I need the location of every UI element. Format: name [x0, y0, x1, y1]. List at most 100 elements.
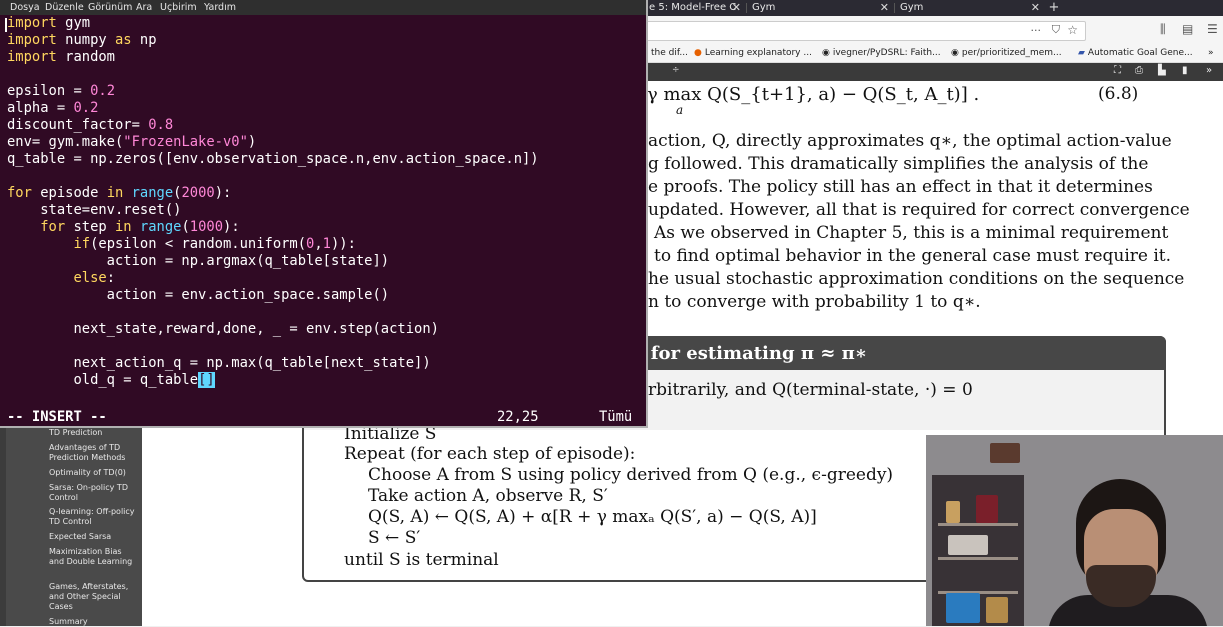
site-icon: ▰: [1078, 48, 1085, 58]
print-icon[interactable]: ⎙: [1135, 65, 1143, 76]
code-token: step: [65, 219, 115, 235]
tools-icon[interactable]: »: [1206, 65, 1212, 76]
code-token: 0.2: [73, 100, 99, 116]
bookmark-item[interactable]: ● Learning explanatory ...: [694, 45, 812, 61]
code-token: (: [181, 219, 190, 235]
code-token: else: [73, 270, 107, 286]
outline-item[interactable]: Optimality of TD(0): [49, 468, 139, 478]
library-icon[interactable]: ⫼: [1160, 22, 1166, 37]
code-token: "FrozenLake-v0": [123, 134, 248, 150]
algorithm-line: until S is terminal: [344, 550, 499, 570]
code-token: env= gym.make(: [7, 134, 124, 150]
algorithm-line: Q(S, A) ← Q(S, A) + α[R + γ maxₐ Q(S′, a…: [368, 507, 817, 527]
code-line: next_state,reward,done, _ = env.step(act…: [7, 321, 643, 338]
code-line: import gym: [7, 15, 643, 32]
tab-gym-2[interactable]: Gym ✕: [896, 0, 1044, 16]
code-token: import: [7, 32, 57, 48]
bookmark-item[interactable]: ◉ per/prioritized_mem...: [951, 45, 1062, 61]
paragraph-line: As we observed in Chapter 5, this is a m…: [654, 223, 1169, 243]
close-icon[interactable]: ✕: [732, 0, 741, 16]
pocket-icon[interactable]: ⛉: [1052, 23, 1060, 37]
menu-help[interactable]: Yardım: [204, 0, 236, 15]
menu-terminal[interactable]: Uçbirim: [160, 0, 197, 15]
tab-label: e 5: Model-Free C: [649, 2, 737, 13]
bookmark-item[interactable]: the dif...: [648, 45, 688, 61]
menu-file[interactable]: Dosya: [10, 0, 40, 15]
code-line: else:: [7, 270, 643, 287]
code-line: for episode in range(2000):: [7, 185, 643, 202]
outline-item[interactable]: Expected Sarsa: [49, 532, 139, 542]
code-line: import numpy as np: [7, 32, 643, 49]
close-icon[interactable]: ✕: [1031, 0, 1040, 16]
code-line: state=env.reset(): [7, 202, 643, 219]
code-token: ):: [223, 219, 240, 235]
vim-status-line: -- INSERT -- 22,25 Tümü: [7, 409, 643, 426]
code-line: action = env.action_space.sample(): [7, 287, 643, 304]
more-bookmarks-button[interactable]: »: [1208, 45, 1214, 61]
code-token: random: [56, 49, 115, 65]
outline-item[interactable]: Games, Afterstates, and Other Special Ca…: [49, 582, 139, 612]
tab-gym-1[interactable]: Gym ✕: [748, 0, 893, 16]
code-token: range: [131, 185, 174, 201]
algorithm-line: Repeat (for each step of episode):: [344, 444, 636, 464]
sidebar-icon[interactable]: ▤: [1182, 22, 1193, 36]
url-bar[interactable]: ··· ⛉ ☆: [646, 21, 1086, 41]
code-token: :: [347, 236, 356, 252]
code-token: next_action_q = np.max(q_table[next_stat…: [7, 355, 431, 371]
menu-search[interactable]: Ara: [136, 0, 152, 15]
paragraph-line: action, Q, directly approximates q∗, the…: [648, 131, 1172, 151]
close-icon[interactable]: ✕: [880, 0, 889, 16]
code-token: alpha =: [7, 100, 74, 116]
code-line: next_action_q = np.max(q_table[next_stat…: [7, 355, 643, 372]
bookmark-icon[interactable]: ▮: [1182, 65, 1188, 76]
bookmark-item[interactable]: ◉ ivegner/PyDSRL: Faith...: [822, 45, 941, 61]
paragraph-line: updated. However, all that is required f…: [648, 200, 1190, 220]
code-line: import random: [7, 49, 643, 66]
code-line: epsilon = 0.2: [7, 83, 643, 100]
code-token: )): [330, 236, 348, 252]
shelf-board: [938, 523, 1018, 526]
menu-icon[interactable]: ☰: [1207, 22, 1218, 36]
shelf-object: [946, 501, 960, 523]
menu-view[interactable]: Görünüm: [88, 0, 132, 15]
equation-subscript: a: [676, 103, 684, 117]
paragraph-line: n to converge with probability 1 to q∗.: [648, 292, 981, 312]
outline-item[interactable]: TD Prediction: [49, 428, 139, 438]
code-token: 1000: [189, 219, 224, 235]
code-token: in: [115, 219, 132, 235]
save-icon[interactable]: ▙: [1158, 65, 1166, 76]
new-tab-button[interactable]: +: [1046, 0, 1062, 16]
code-token: if: [73, 236, 91, 252]
bookmark-item[interactable]: ▰ Automatic Goal Gene...: [1078, 45, 1193, 61]
code-line: q_table = np.zeros([env.observation_spac…: [7, 151, 643, 168]
page-actions-icon[interactable]: ···: [1031, 24, 1042, 37]
shelf-object: [986, 597, 1008, 623]
algorithm-init: rbitrarily, and Q(terminal-state, ·) = 0: [648, 380, 973, 400]
outline-item[interactable]: Advantages of TD Prediction Methods: [49, 443, 139, 463]
bookmark-star-icon[interactable]: ☆: [1067, 23, 1078, 37]
paragraph-line: e proofs. The policy still has an effect…: [648, 177, 1153, 197]
code-line: env= gym.make("FrozenLake-v0"): [7, 134, 643, 151]
zoom-select[interactable]: ÷: [672, 65, 680, 75]
menu-edit[interactable]: Düzenle: [45, 0, 84, 15]
presentation-mode-icon[interactable]: ⛶: [1114, 65, 1121, 76]
terminal-window[interactable]: Dosya Düzenle Görünüm Ara Uçbirim Yardım…: [0, 0, 648, 428]
code-token: state=env.reset(): [7, 202, 182, 218]
outline-item[interactable]: Sarsa: On-policy TD Control: [49, 483, 139, 503]
tab-label: Gym: [900, 2, 924, 13]
code-token: import: [7, 49, 57, 65]
outline-item[interactable]: Maximization Bias and Double Learning: [49, 547, 139, 567]
tab-separator: [746, 3, 747, 13]
vim-editor[interactable]: import gym import numpy as np import rando…: [7, 15, 643, 389]
tab-separator: [894, 3, 895, 13]
outline-item[interactable]: Q-learning: Off-policy TD Control: [49, 507, 139, 527]
tab-rl-book[interactable]: e 5: Model-Free C ✕: [645, 0, 745, 16]
code-token: epsilon =: [7, 83, 91, 99]
code-line: if(epsilon < random.uniform(0,1)):: [7, 236, 643, 253]
code-token: discount_factor=: [7, 117, 149, 133]
bookmark-label: ivegner/PyDSRL: Faith...: [832, 48, 941, 58]
code-token: (epsilon < random.uniform(: [90, 236, 307, 252]
